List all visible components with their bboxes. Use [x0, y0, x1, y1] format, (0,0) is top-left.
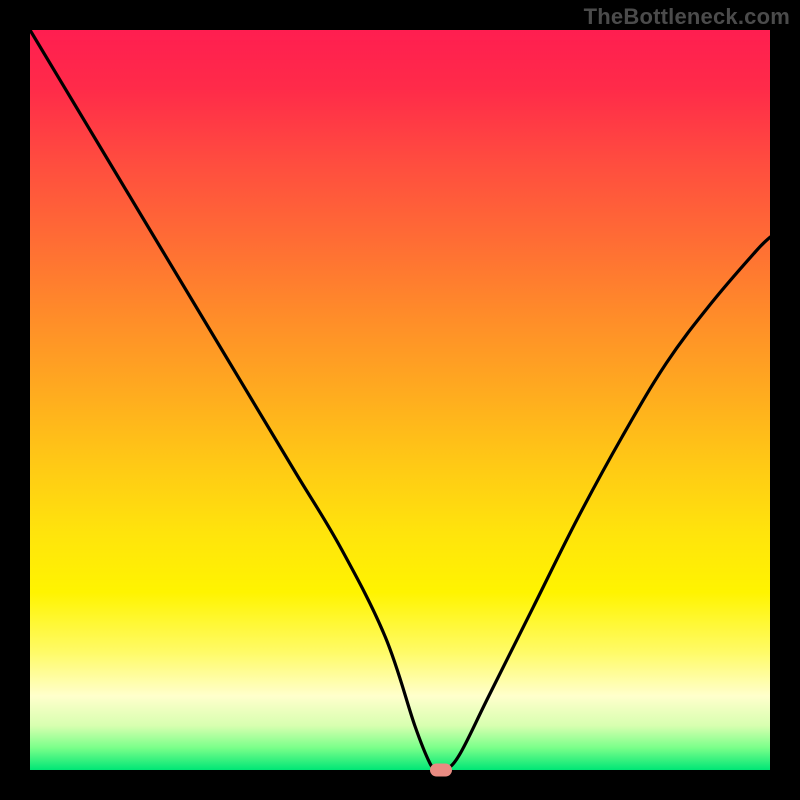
curve-path — [30, 30, 770, 772]
plot-area — [30, 30, 770, 770]
watermark-text: TheBottleneck.com — [584, 4, 790, 30]
chart-frame: TheBottleneck.com — [0, 0, 800, 800]
bottleneck-curve — [30, 30, 770, 770]
optimum-marker — [430, 764, 452, 777]
